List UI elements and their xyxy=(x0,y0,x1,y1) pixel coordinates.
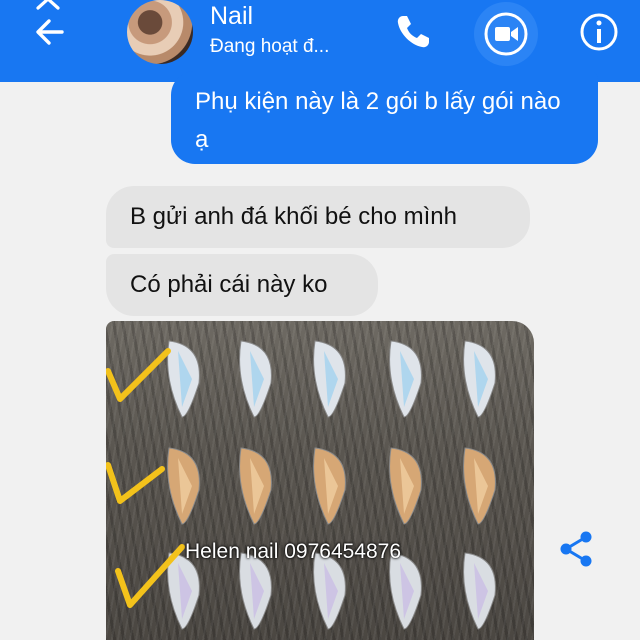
rhinestone-photo xyxy=(106,340,496,630)
phone-icon[interactable] xyxy=(391,10,435,54)
checkmark-icon xyxy=(106,348,171,402)
avatar[interactable] xyxy=(127,0,193,64)
share-icon[interactable] xyxy=(556,528,598,570)
outgoing-message[interactable]: Phụ kiện này là 2 gói b lấy gói nào ạ xyxy=(171,71,598,164)
contact-name[interactable]: Nail xyxy=(210,2,253,31)
checkmark-icon xyxy=(106,462,165,504)
info-icon[interactable] xyxy=(577,10,621,54)
image-message[interactable]: Helen nail 0976454876 xyxy=(106,321,534,640)
active-status: Đang hoạt đ... xyxy=(210,36,330,57)
photo-watermark: Helen nail 0976454876 xyxy=(185,540,402,563)
close-icon[interactable] xyxy=(34,0,62,10)
incoming-message[interactable]: B gửi anh đá khối bé cho mình xyxy=(106,186,530,248)
chat-header: Nail Đang hoạt đ... xyxy=(0,0,640,82)
back-arrow-icon[interactable] xyxy=(30,12,70,52)
video-call-button[interactable] xyxy=(474,2,538,66)
video-camera-icon xyxy=(484,12,528,56)
incoming-message[interactable]: Có phải cái này ko xyxy=(106,254,378,316)
